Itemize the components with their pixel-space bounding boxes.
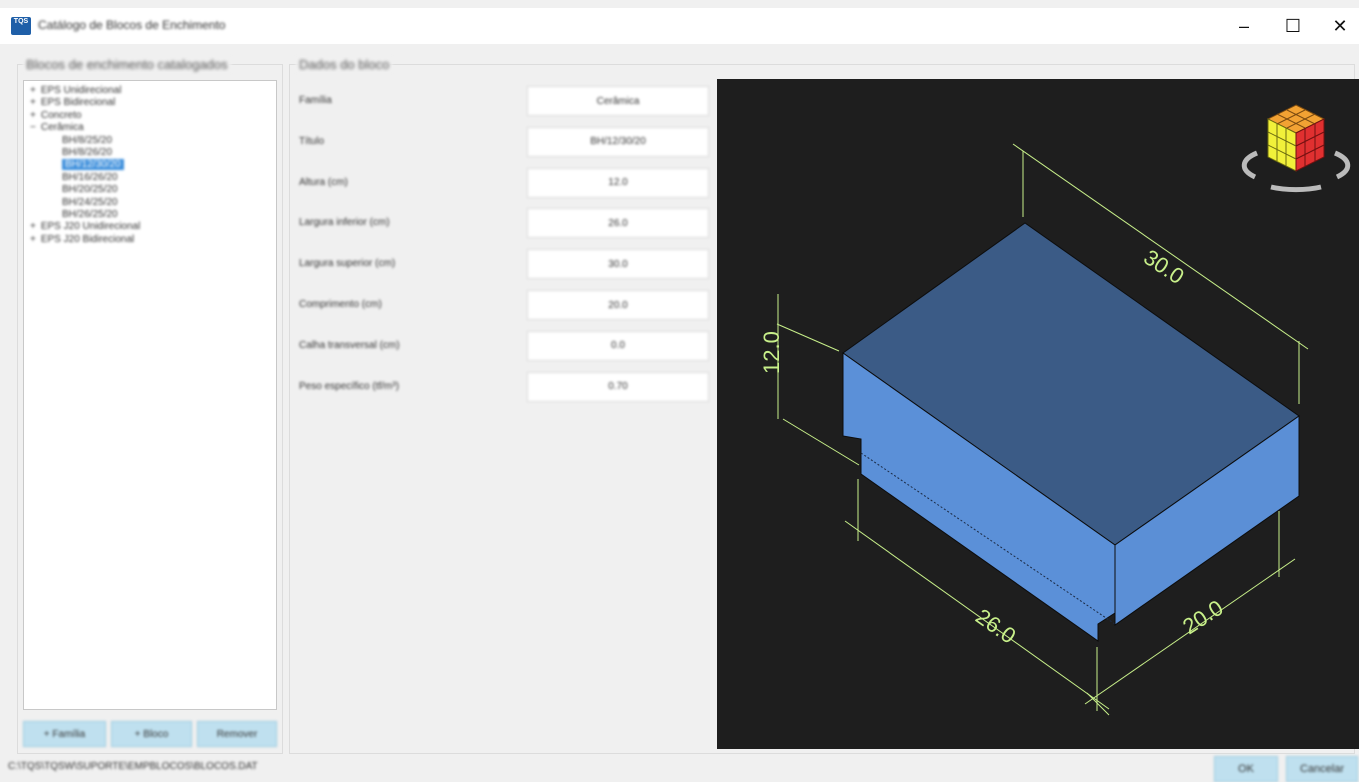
field-input[interactable]: Cerâmica xyxy=(527,86,709,116)
tree-item[interactable]: + EPS Bidirecional xyxy=(30,97,115,108)
tree-item[interactable]: BH/16/26/20 xyxy=(62,172,118,183)
tree-item-label: BH/16/26/20 xyxy=(62,171,118,183)
minimize-button[interactable]: – xyxy=(1221,8,1267,44)
catalog-group-title: Blocos de enchimento catalogados xyxy=(23,57,231,72)
field-label: Peso específico (tf/m³) xyxy=(299,380,400,392)
field-input[interactable]: 26.0 xyxy=(527,208,709,239)
field-label: Calha transversal (cm) xyxy=(299,339,400,351)
tree-item[interactable]: + EPS J20 Unidirecional xyxy=(30,221,140,232)
ok-button[interactable]: OK xyxy=(1214,756,1278,782)
tree-item[interactable]: BH/8/25/20 xyxy=(62,135,112,146)
height-label: 12.0 xyxy=(759,331,784,374)
tree-expander-icon[interactable]: + xyxy=(30,110,36,121)
field-input[interactable]: BH/12/30/20 xyxy=(527,126,709,157)
field-label: Comprimento (cm) xyxy=(299,299,382,310)
status-bar: C:\TQS\TQSW\SUPORTE\EMPBLOCOS\BLOCOS.DAT xyxy=(0,752,1359,780)
tree-item-label: EPS Bidirecional xyxy=(40,97,116,109)
tree-item-label: Cerâmica xyxy=(40,122,84,134)
rubiks-cube-icon[interactable] xyxy=(1241,104,1351,193)
block-3d-drawing: 30.0 12.0 26.0 20.0 xyxy=(759,104,1351,716)
block-data-group-title: Dados do bloco xyxy=(296,57,393,72)
block-tree[interactable]: + EPS Unidirecional + EPS Bidirecional + Conc… xyxy=(23,80,277,710)
tree-item[interactable]: + Concreto xyxy=(30,110,81,121)
field-input[interactable]: 30.0 xyxy=(527,249,709,280)
block-3d-viewport[interactable]: 30.0 12.0 26.0 20.0 xyxy=(717,79,1359,749)
remove-button[interactable]: Remover xyxy=(197,721,277,747)
tree-item-label: BH/26/25/20 xyxy=(62,209,118,220)
length-label: 20.0 xyxy=(1178,595,1228,639)
status-text: C:\TQS\TQSW\SUPORTE\EMPBLOCOS\BLOCOS.DAT xyxy=(8,761,258,772)
add-family-button[interactable]: + Família xyxy=(23,721,106,747)
tree-item-label: EPS Unidirecional xyxy=(40,85,122,96)
tree-expander-icon[interactable]: + xyxy=(30,85,36,96)
tree-expander-icon[interactable]: + xyxy=(30,97,36,108)
tree-item[interactable]: BH/20/25/20 xyxy=(62,184,118,195)
bottom-width-label: 26.0 xyxy=(971,604,1020,649)
field-input[interactable]: 12.0 xyxy=(527,167,709,198)
field-input[interactable]: 20.0 xyxy=(527,290,709,320)
tree-item-selected[interactable]: BH/12/30/20 xyxy=(62,159,124,171)
field-input[interactable]: 0.0 xyxy=(527,330,709,361)
tree-item-label: BH/24/25/20 xyxy=(62,196,118,208)
tree-item[interactable]: BH/26/25/20 xyxy=(62,209,118,220)
tree-expander-icon[interactable]: + xyxy=(30,234,36,245)
field-label: Família xyxy=(299,95,332,106)
title-bar: TQS Catálogo de Blocos de Enchimento – ☐… xyxy=(0,8,1359,44)
tree-item-label: BH/8/25/20 xyxy=(62,134,113,146)
tree-item-label: Concreto xyxy=(40,109,82,121)
close-button[interactable]: ✕ xyxy=(1317,8,1359,44)
field-label: Título xyxy=(299,135,325,147)
tree-item-label: EPS J20 Unidirecional xyxy=(40,221,141,233)
tqs-app-icon: TQS xyxy=(11,17,31,35)
tree-item[interactable]: BH/24/25/20 xyxy=(62,197,118,208)
maximize-button[interactable]: ☐ xyxy=(1270,8,1316,44)
field-input[interactable]: 0.70 xyxy=(527,371,709,402)
field-label: Largura inferior (cm) xyxy=(299,217,390,229)
field-label: Altura (cm) xyxy=(299,176,348,188)
tree-item[interactable]: BH/8/26/20 xyxy=(62,147,112,158)
window-title: Catálogo de Blocos de Enchimento xyxy=(38,18,226,32)
tree-item[interactable]: + EPS J20 Bidirecional xyxy=(30,234,134,245)
add-block-button[interactable]: + Bloco xyxy=(111,721,192,747)
tree-expander-icon[interactable]: + xyxy=(30,221,36,232)
tree-item-label: BH/12/30/20 xyxy=(65,159,121,171)
tree-item[interactable]: + EPS Unidirecional xyxy=(30,85,121,96)
tree-item-label: BH/20/25/20 xyxy=(62,184,118,196)
tree-item-label: EPS J20 Bidirecional xyxy=(40,233,135,245)
tree-expander-icon[interactable]: − xyxy=(30,122,36,133)
field-label: Largura superior (cm) xyxy=(299,258,396,270)
tree-item[interactable]: − Cerâmica xyxy=(30,122,84,133)
tree-item-label: BH/8/26/20 xyxy=(62,147,113,158)
cancel-button[interactable]: Cancelar xyxy=(1286,756,1358,782)
top-width-label: 30.0 xyxy=(1139,244,1188,289)
